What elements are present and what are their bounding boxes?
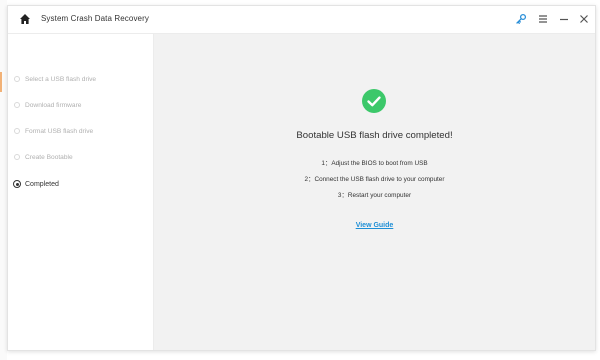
success-check-icon: [362, 89, 386, 113]
step-status-dot: [14, 128, 20, 134]
home-icon[interactable]: [19, 13, 31, 25]
step-label: Completed: [25, 180, 59, 188]
title-bar: System Crash Data Recovery: [8, 6, 595, 34]
close-icon[interactable]: [578, 13, 590, 25]
step-status-dot: [14, 102, 20, 108]
steps-sidebar: Select a USB flash drive Download firmwa…: [8, 34, 154, 350]
minimize-icon[interactable]: [558, 13, 570, 25]
app-window: System Crash Data Recovery Select a USB …: [7, 5, 596, 351]
background-edge: [0, 0, 7, 360]
step-status-dot: [14, 76, 20, 82]
instruction-step-3: 3：Restart your computer: [337, 192, 412, 199]
step-label: Select a USB flash drive: [25, 75, 97, 83]
instruction-step-1: 1：Adjust the BIOS to boot from USB: [321, 160, 428, 167]
step-create-bootable: Create Bootable: [14, 150, 73, 164]
main-panel: Bootable USB flash drive completed! 1：Ad…: [154, 34, 595, 350]
step-select-usb: Select a USB flash drive: [14, 72, 96, 86]
step-label: Download firmware: [25, 101, 82, 109]
key-icon[interactable]: [515, 13, 527, 25]
step-format-usb: Format USB flash drive: [14, 124, 93, 138]
step-active-radio-icon: [13, 180, 21, 188]
instruction-step-2: 2：Connect the USB flash drive to your co…: [304, 176, 445, 183]
step-label: Create Bootable: [25, 153, 73, 161]
step-label: Format USB flash drive: [25, 127, 94, 135]
step-status-dot: [14, 154, 20, 160]
completion-heading: Bootable USB flash drive completed!: [296, 130, 453, 141]
step-completed: Completed: [13, 177, 59, 191]
step-download-firmware: Download firmware: [14, 98, 81, 112]
app-title: System Crash Data Recovery: [41, 14, 149, 23]
background-edge-accent: [0, 72, 2, 92]
view-guide-link[interactable]: View Guide: [154, 222, 595, 229]
menu-icon[interactable]: [537, 13, 549, 25]
